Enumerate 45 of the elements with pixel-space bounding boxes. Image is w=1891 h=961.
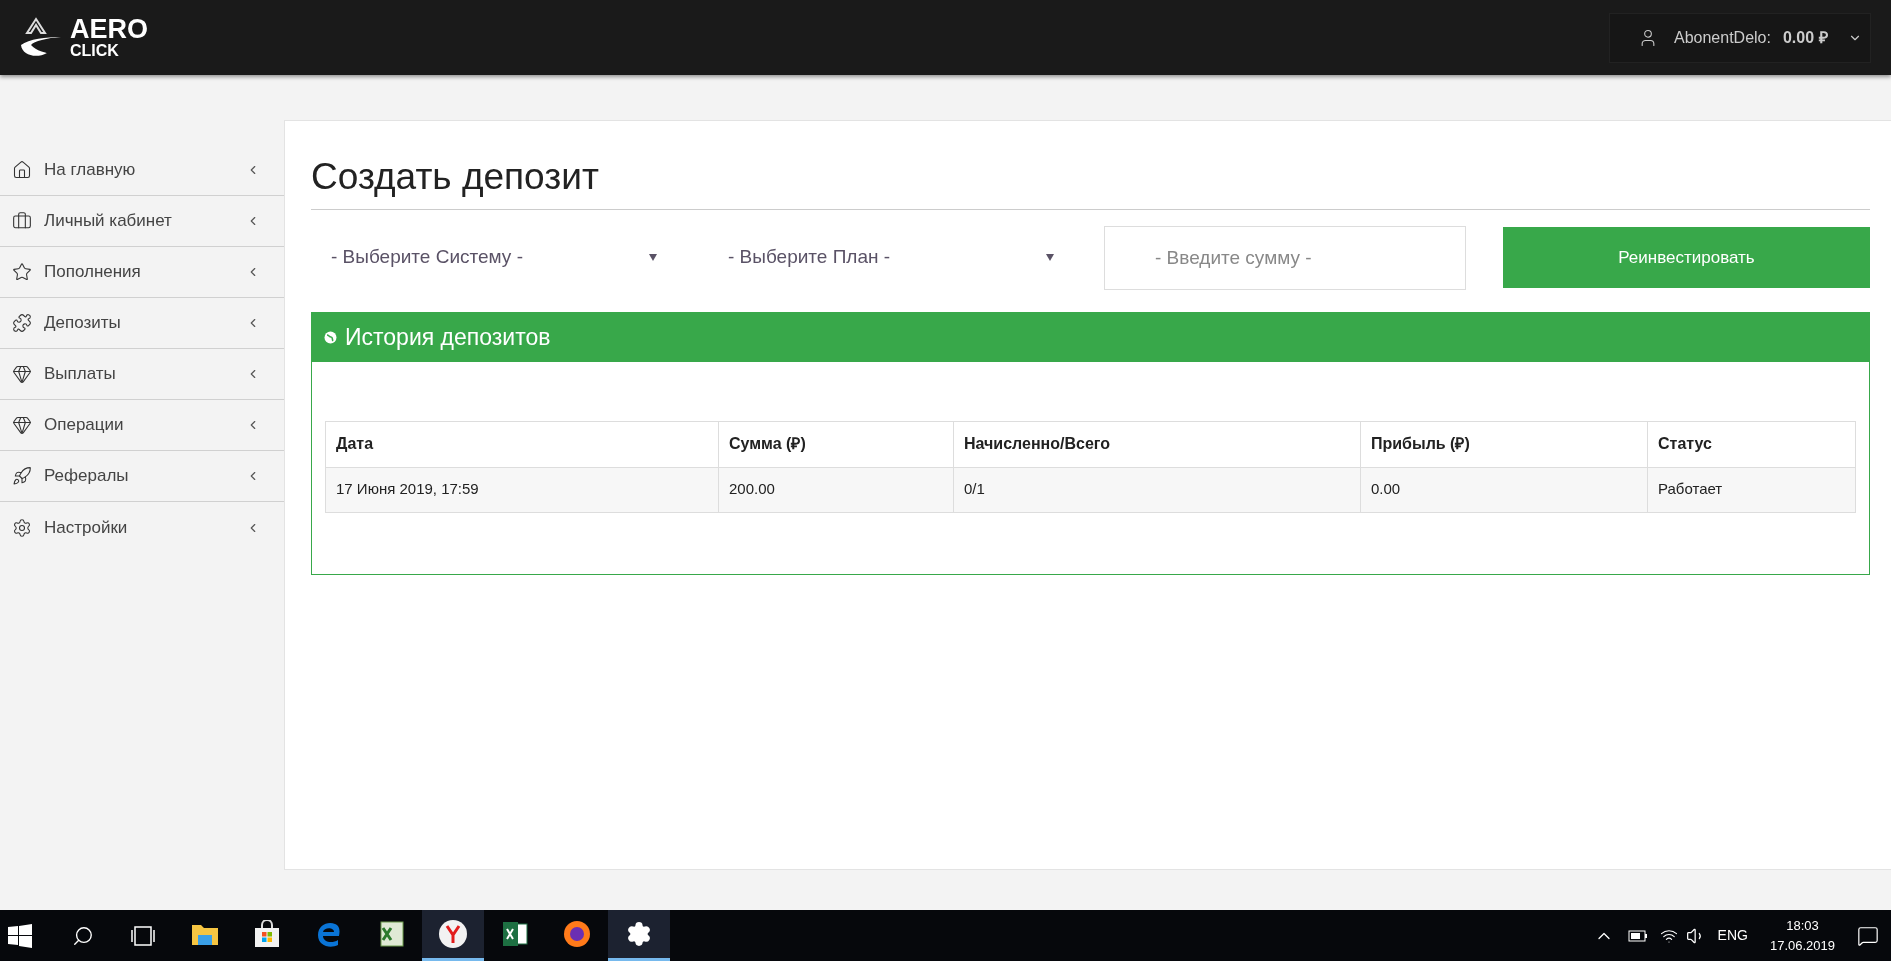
logo-wordmark: AERO: [70, 16, 148, 43]
notification-icon[interactable]: [1857, 924, 1879, 947]
letter-y-circle-icon: [438, 919, 468, 949]
amount-input[interactable]: - Введите сумму -: [1104, 225, 1466, 290]
plan-select[interactable]: - Выберите План -: [716, 232, 1066, 283]
dropdown-arrow-icon: [649, 254, 657, 261]
rocket-icon: [12, 466, 32, 486]
column-header: Дата: [335, 434, 375, 454]
page-title: Создать депозит: [311, 149, 1870, 210]
username: AbonentDelo:: [1674, 27, 1771, 48]
diamond-icon: [12, 364, 32, 384]
table-cell-text: 17 Июня 2019, 17:59: [335, 479, 480, 500]
table-cell: 0/1: [953, 467, 1360, 512]
system-select[interactable]: - Выберите Систему -: [319, 232, 669, 283]
spreadsheet-icon: [501, 920, 529, 948]
column-header: Сумма (₽): [718, 421, 953, 467]
taskbar-app[interactable]: [608, 910, 670, 961]
search-icon[interactable]: [72, 924, 94, 947]
shopping-bag-icon: [253, 920, 281, 948]
user-menu[interactable]: AbonentDelo: 0.00 ₽: [1609, 12, 1871, 63]
file-folder-icon: [191, 922, 219, 946]
column-header: Прибыль (₽): [1360, 421, 1647, 467]
dropdown-arrow-icon: [1046, 254, 1054, 261]
taskbar-app[interactable]: [422, 910, 484, 961]
letter-e-icon: [315, 920, 343, 948]
logo-subtitle: CLICK: [70, 43, 120, 59]
table-cell: 0.00: [1360, 467, 1647, 512]
puzzle-icon: [12, 313, 32, 333]
column-header: Статус: [1647, 421, 1855, 467]
windows-logo-icon[interactable]: [8, 923, 32, 948]
briefcase-icon: [12, 211, 32, 231]
spreadsheet-icon: [377, 920, 405, 948]
balance: 0.00 ₽: [1782, 27, 1828, 48]
panel-title: История депозитов: [345, 322, 551, 352]
clock[interactable]: 18:03 17.06.2019: [1769, 915, 1835, 956]
star-icon: [12, 262, 32, 282]
task-view-icon[interactable]: [130, 925, 156, 946]
home-icon: [12, 160, 32, 180]
language-indicator[interactable]: ENG: [1717, 925, 1748, 946]
table-cell: 200.00: [718, 467, 953, 512]
column-header: Начисленно/Всего: [953, 421, 1360, 467]
battery-icon[interactable]: [1627, 929, 1648, 942]
sidebar-item[interactable]: Настройки: [0, 502, 284, 553]
table-cell: Работает: [1647, 467, 1855, 512]
diamond-icon: [12, 415, 32, 435]
